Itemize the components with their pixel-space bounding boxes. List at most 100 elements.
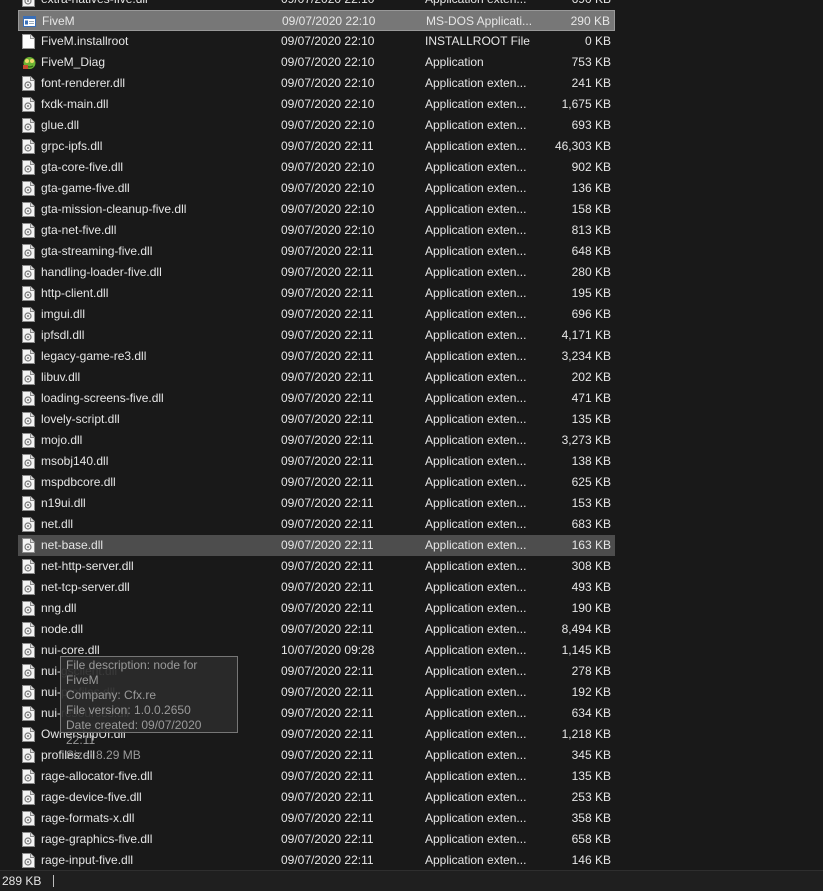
file-type: Application exten... (425, 328, 527, 342)
file-name: handling-loader-five.dll (41, 265, 162, 279)
file-row[interactable]: net-base.dll 09/07/2020 22:11 Application … (18, 535, 615, 556)
file-row[interactable]: nng.dll 09/07/2020 22:11 Application exten… (18, 598, 615, 619)
selection-size: 289 KB (2, 874, 42, 888)
file-row[interactable]: rage-device-five.dll 09/07/2020 22:11 Appl… (18, 787, 615, 808)
file-name: nui-core.dll (41, 643, 100, 657)
file-name: node.dll (41, 622, 84, 636)
file-date-modified: 09/07/2020 22:10 (281, 160, 375, 174)
file-row[interactable]: rage-graphics-five.dll 09/07/2020 22:11 Ap… (18, 829, 615, 850)
dll-icon (22, 580, 35, 595)
file-row[interactable]: rage-input-five.dll 09/07/2020 22:11 Appli… (18, 850, 615, 871)
file-date-modified: 09/07/2020 22:10 (281, 0, 374, 6)
file-type: Application exten... (425, 286, 527, 300)
dll-icon (22, 559, 35, 574)
file-row[interactable]: net.dll 09/07/2020 22:11 Application exten… (18, 514, 615, 535)
file-date-modified: 09/07/2020 22:11 (281, 559, 374, 573)
file-row[interactable]: FiveM_Diag 09/07/2020 22:10 Application 753… (18, 52, 615, 73)
file-size: 46,303 KB (554, 139, 611, 153)
file-row[interactable]: imgui.dll 09/07/2020 22:11 Application ext… (18, 304, 615, 325)
file-row[interactable]: gta-streaming-five.dll 09/07/2020 22:11 Ap… (18, 241, 615, 262)
file-row[interactable]: gta-core-five.dll 09/07/2020 22:10 Applica… (18, 157, 615, 178)
dll-icon (22, 706, 35, 721)
file-row[interactable]: fxdk-main.dll 09/07/2020 22:10 Application… (18, 94, 615, 115)
app-window-icon (23, 14, 36, 29)
file-size: 280 KB (571, 265, 611, 279)
file-name: extra-natives-five.dll (41, 0, 148, 6)
file-row[interactable]: node.dll 09/07/2020 22:11 Application exte… (18, 619, 615, 640)
file-row[interactable]: FiveM 09/07/2020 22:10 MS-DOS Applicati...… (18, 10, 615, 31)
diag-app-icon (22, 55, 36, 70)
dll-icon (22, 475, 35, 490)
file-date-modified: 09/07/2020 22:10 (281, 55, 375, 69)
file-type: MS-DOS Applicati... (426, 14, 533, 28)
file-size: 202 KB (571, 370, 611, 384)
file-size: 690 KB (572, 0, 611, 6)
file-type: Application exten... (425, 181, 527, 195)
file-type: Application exten... (425, 349, 527, 363)
file-row[interactable]: http-client.dll 09/07/2020 22:11 Applicati… (18, 283, 615, 304)
file-row[interactable]: ipfsdl.dll 09/07/2020 22:11 Application ex… (18, 325, 615, 346)
file-row[interactable]: handling-loader-five.dll 09/07/2020 22:11… (18, 262, 615, 283)
dll-icon (22, 244, 35, 259)
dll-icon (22, 832, 35, 847)
file-row[interactable]: libuv.dll 09/07/2020 22:11 Application ext… (18, 367, 615, 388)
file-type: Application exten... (425, 223, 527, 237)
file-row[interactable]: net-http-server.dll 09/07/2020 22:11 Appli… (18, 556, 615, 577)
file-size: 136 KB (571, 181, 611, 195)
dll-icon (22, 0, 35, 7)
file-type: Application exten... (425, 370, 527, 384)
file-row[interactable]: grpc-ipfs.dll 09/07/2020 22:11 Application… (18, 136, 615, 157)
file-type: Application exten... (425, 685, 527, 699)
file-row[interactable]: lovely-script.dll 09/07/2020 22:11 Applica… (18, 409, 615, 430)
file-row[interactable]: msobj140.dll 09/07/2020 22:11 Application … (18, 451, 615, 472)
file-row[interactable]: mspdbcore.dll 09/07/2020 22:11 Application… (18, 472, 615, 493)
file-name: gta-net-five.dll (41, 223, 117, 237)
file-size: 902 KB (571, 160, 611, 174)
file-tooltip: File description: node for FiveM Company… (60, 656, 238, 762)
file-size: 308 KB (571, 559, 611, 573)
file-name: FiveM.installroot (41, 34, 129, 48)
file-name: nng.dll (41, 601, 77, 615)
file-name: gta-streaming-five.dll (41, 244, 153, 258)
file-row[interactable]: net-tcp-server.dll 09/07/2020 22:11 Applic… (18, 577, 615, 598)
file-row[interactable]: loading-screens-five.dll 09/07/2020 22:11… (18, 388, 615, 409)
file-size: 358 KB (571, 811, 611, 825)
file-date-modified: 09/07/2020 22:11 (281, 370, 374, 384)
file-date-modified: 09/07/2020 22:11 (281, 601, 374, 615)
blank-file-icon (22, 34, 35, 49)
status-bar: 289 KB (0, 870, 823, 891)
file-row[interactable]: n19ui.dll 09/07/2020 22:11 Application ext… (18, 493, 615, 514)
file-type: Application exten... (425, 559, 527, 573)
file-name: gta-core-five.dll (41, 160, 124, 174)
file-size: 648 KB (571, 244, 611, 258)
file-name: gta-mission-cleanup-five.dll (41, 202, 187, 216)
file-row[interactable]: gta-mission-cleanup-five.dll 09/07/2020 2… (18, 199, 615, 220)
file-row[interactable]: rage-allocator-five.dll 09/07/2020 22:11 A… (18, 766, 615, 787)
file-name: ipfsdl.dll (41, 328, 85, 342)
file-size: 753 KB (571, 55, 611, 69)
file-size: 0 KB (584, 34, 611, 48)
file-row[interactable]: glue.dll 09/07/2020 22:10 Application exte… (18, 115, 615, 136)
file-name: net-http-server.dll (41, 559, 134, 573)
file-type: Application exten... (425, 538, 527, 552)
file-name: fxdk-main.dll (41, 97, 109, 111)
file-type: Application exten... (425, 265, 527, 279)
file-row[interactable]: legacy-game-re3.dll 09/07/2020 22:11 Appli… (18, 346, 615, 367)
file-row[interactable]: rage-formats-x.dll 09/07/2020 22:11 Applic… (18, 808, 615, 829)
file-type: Application exten... (425, 412, 527, 426)
file-date-modified: 09/07/2020 22:11 (281, 139, 374, 153)
file-row[interactable]: gta-net-five.dll 09/07/2020 22:10 Applicat… (18, 220, 615, 241)
file-date-modified: 09/07/2020 22:11 (281, 475, 374, 489)
file-size: 625 KB (571, 475, 611, 489)
file-size: 195 KB (571, 286, 611, 300)
file-row[interactable]: gta-game-five.dll 09/07/2020 22:10 Applica… (18, 178, 615, 199)
file-row[interactable]: extra-natives-five.dll 09/07/2020 22:10 Ap… (18, 0, 615, 10)
file-name: http-client.dll (41, 286, 109, 300)
file-size: 1,675 KB (561, 97, 611, 111)
dll-icon (22, 622, 35, 637)
file-type: Application exten... (425, 790, 527, 804)
file-row[interactable]: font-renderer.dll 09/07/2020 22:10 Applica… (18, 73, 615, 94)
file-row[interactable]: mojo.dll 09/07/2020 22:11 Application exte… (18, 430, 615, 451)
file-size: 135 KB (571, 412, 611, 426)
file-row[interactable]: FiveM.installroot 09/07/2020 22:10 INSTALL… (18, 31, 615, 52)
